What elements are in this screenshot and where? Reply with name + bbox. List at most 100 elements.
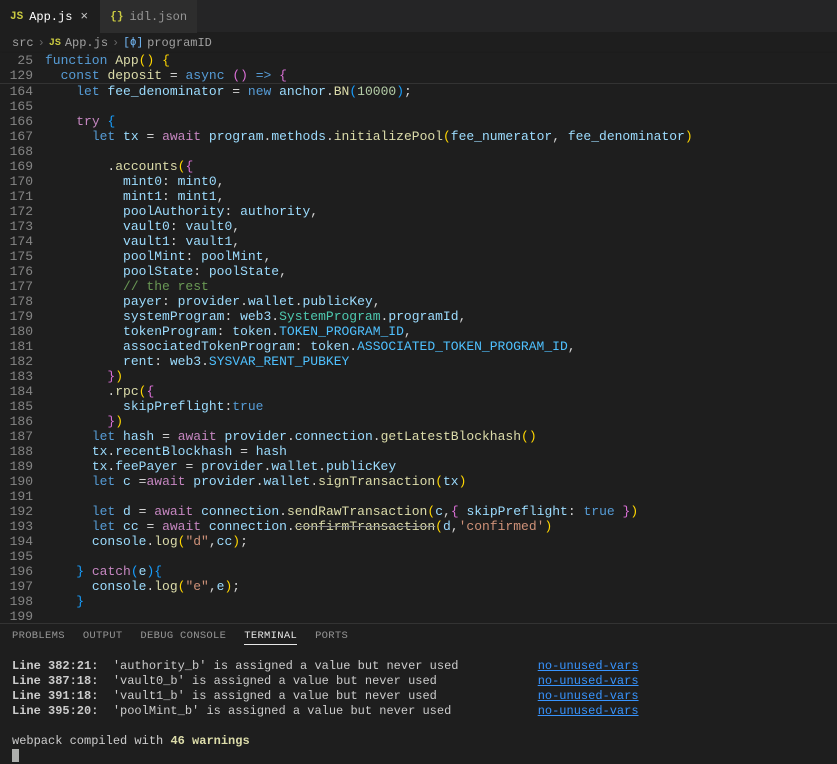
code-line[interactable]: try {	[45, 114, 837, 129]
line-number: 181	[0, 339, 33, 354]
line-number: 185	[0, 399, 33, 414]
terminal-line: Line 382:21: 'authority_b' is assigned a…	[12, 659, 825, 674]
line-number: 178	[0, 294, 33, 309]
tab-problems[interactable]: PROBLEMS	[12, 630, 65, 645]
code-line[interactable]: let c =await provider.wallet.signTransac…	[45, 474, 837, 489]
line-number: 168	[0, 144, 33, 159]
line-number: 173	[0, 219, 33, 234]
line-number: 193	[0, 519, 33, 534]
line-number: 177	[0, 279, 33, 294]
line-number: 183	[0, 369, 33, 384]
js-icon: JS	[10, 11, 23, 23]
line-number: 190	[0, 474, 33, 489]
code-line[interactable]	[45, 144, 837, 159]
code-line[interactable]: vault0: vault0,	[45, 219, 837, 234]
breadcrumb-src[interactable]: src	[12, 36, 34, 50]
code-line[interactable]: systemProgram: web3.SystemProgram.progra…	[45, 309, 837, 324]
line-number: 180	[0, 324, 33, 339]
code-line[interactable]: console.log("d",cc);	[45, 534, 837, 549]
terminal-prompt[interactable]	[12, 749, 825, 764]
line-number: 194	[0, 534, 33, 549]
line-number: 25	[0, 53, 45, 68]
line-number: 164	[0, 84, 33, 99]
code-line[interactable]: poolState: poolState,	[45, 264, 837, 279]
code-line[interactable]: let cc = await connection.confirmTransac…	[45, 519, 837, 534]
tab-label: App.js	[29, 10, 72, 24]
code-line[interactable]: vault1: vault1,	[45, 234, 837, 249]
code-line[interactable]: // the rest	[45, 279, 837, 294]
breadcrumb-file[interactable]: App.js	[65, 36, 108, 50]
line-number: 129	[0, 68, 45, 83]
tab-debug-console[interactable]: DEBUG CONSOLE	[140, 630, 226, 645]
code-line[interactable]: }	[45, 594, 837, 609]
code-editor[interactable]: 1641651661671681691701711721731741751761…	[0, 84, 837, 623]
code-line[interactable]: let fee_denominator = new anchor.BN(1000…	[45, 84, 837, 99]
line-number: 179	[0, 309, 33, 324]
line-number: 199	[0, 609, 33, 623]
line-number: 172	[0, 204, 33, 219]
code-line[interactable]	[45, 549, 837, 564]
code-line[interactable]	[45, 609, 837, 623]
line-number: 198	[0, 594, 33, 609]
editor-tabs: JS App.js × {} idl.json	[0, 0, 837, 33]
code-line[interactable]: mint0: mint0,	[45, 174, 837, 189]
line-number: 187	[0, 429, 33, 444]
code-line[interactable]: let d = await connection.sendRawTransact…	[45, 504, 837, 519]
breadcrumb-symbol[interactable]: programID	[147, 36, 212, 50]
eslint-rule-link[interactable]: no-unused-vars	[538, 659, 639, 673]
code-line[interactable]: const deposit = async () => {	[45, 68, 837, 83]
eslint-rule-link[interactable]: no-unused-vars	[538, 674, 639, 688]
terminal-panel[interactable]: Line 382:21: 'authority_b' is assigned a…	[0, 651, 837, 756]
line-number: 170	[0, 174, 33, 189]
code-line[interactable]: .accounts({	[45, 159, 837, 174]
code-line[interactable]: rent: web3.SYSVAR_RENT_PUBKEY	[45, 354, 837, 369]
line-number: 165	[0, 99, 33, 114]
code-line[interactable]: })	[45, 414, 837, 429]
line-number: 191	[0, 489, 33, 504]
code-line[interactable]: tokenProgram: token.TOKEN_PROGRAM_ID,	[45, 324, 837, 339]
code-line[interactable]	[45, 99, 837, 114]
close-icon[interactable]: ×	[78, 9, 90, 24]
code-line[interactable]: .rpc({	[45, 384, 837, 399]
eslint-rule-link[interactable]: no-unused-vars	[538, 689, 639, 703]
line-number: 196	[0, 564, 33, 579]
code-line[interactable]: let tx = await program.methods.initializ…	[45, 129, 837, 144]
sticky-line[interactable]: 25function App() {	[0, 53, 837, 68]
line-number: 175	[0, 249, 33, 264]
code-line[interactable]: skipPreflight:true	[45, 399, 837, 414]
code-line[interactable]: } catch(e){	[45, 564, 837, 579]
code-area[interactable]: let fee_denominator = new anchor.BN(1000…	[45, 84, 837, 623]
code-line[interactable]: poolAuthority: authority,	[45, 204, 837, 219]
line-number: 182	[0, 354, 33, 369]
sticky-line[interactable]: 129 const deposit = async () => {	[0, 68, 837, 83]
code-line[interactable]	[45, 489, 837, 504]
panel-tabs: PROBLEMS OUTPUT DEBUG CONSOLE TERMINAL P…	[0, 623, 837, 651]
line-gutter: 1641651661671681691701711721731741751761…	[0, 84, 45, 623]
tab-ports[interactable]: PORTS	[315, 630, 348, 645]
line-number: 184	[0, 384, 33, 399]
code-line[interactable]: mint1: mint1,	[45, 189, 837, 204]
tab-app-js[interactable]: JS App.js ×	[0, 0, 100, 33]
eslint-rule-link[interactable]: no-unused-vars	[538, 704, 639, 718]
tab-label: idl.json	[129, 10, 187, 24]
tab-output[interactable]: OUTPUT	[83, 630, 123, 645]
code-line[interactable]: associatedTokenProgram: token.ASSOCIATED…	[45, 339, 837, 354]
breadcrumb[interactable]: src › JS App.js › [ϕ] programID	[0, 33, 837, 53]
code-line[interactable]: console.log("e",e);	[45, 579, 837, 594]
tab-terminal[interactable]: TERMINAL	[244, 630, 297, 645]
line-number: 167	[0, 129, 33, 144]
code-line[interactable]: payer: provider.wallet.publicKey,	[45, 294, 837, 309]
line-number: 166	[0, 114, 33, 129]
code-line[interactable]: })	[45, 369, 837, 384]
sticky-scroll[interactable]: 25function App() {129 const deposit = as…	[0, 53, 837, 84]
tab-idl-json[interactable]: {} idl.json	[100, 0, 197, 33]
code-line[interactable]: function App() {	[45, 53, 837, 68]
code-line[interactable]: tx.recentBlockhash = hash	[45, 444, 837, 459]
code-line[interactable]: poolMint: poolMint,	[45, 249, 837, 264]
line-number: 197	[0, 579, 33, 594]
code-line[interactable]: tx.feePayer = provider.wallet.publicKey	[45, 459, 837, 474]
code-line[interactable]: let hash = await provider.connection.get…	[45, 429, 837, 444]
line-number: 171	[0, 189, 33, 204]
terminal-line: Line 395:20: 'poolMint_b' is assigned a …	[12, 704, 825, 719]
json-icon: {}	[110, 11, 123, 23]
